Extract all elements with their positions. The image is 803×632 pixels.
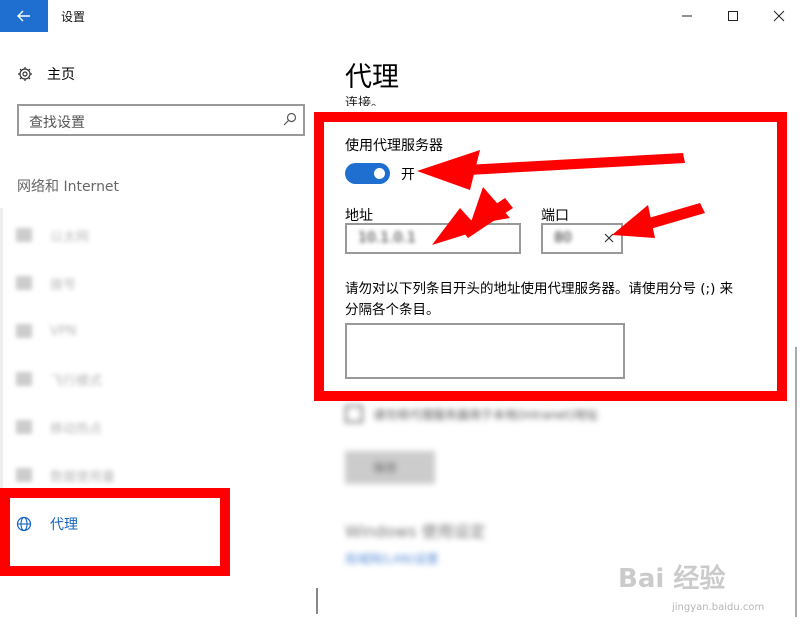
arrow-to-toggle [417, 150, 685, 190]
arrow-to-address [432, 187, 513, 245]
watermark-logo: Bai 经验 [618, 564, 726, 594]
arrow-to-port [612, 203, 705, 238]
watermark-url: jingyan.baidu.com [672, 602, 765, 613]
annotation-arrows [417, 150, 705, 245]
baidu-watermark: Bai 经验 jingyan.baidu.com [612, 550, 772, 620]
